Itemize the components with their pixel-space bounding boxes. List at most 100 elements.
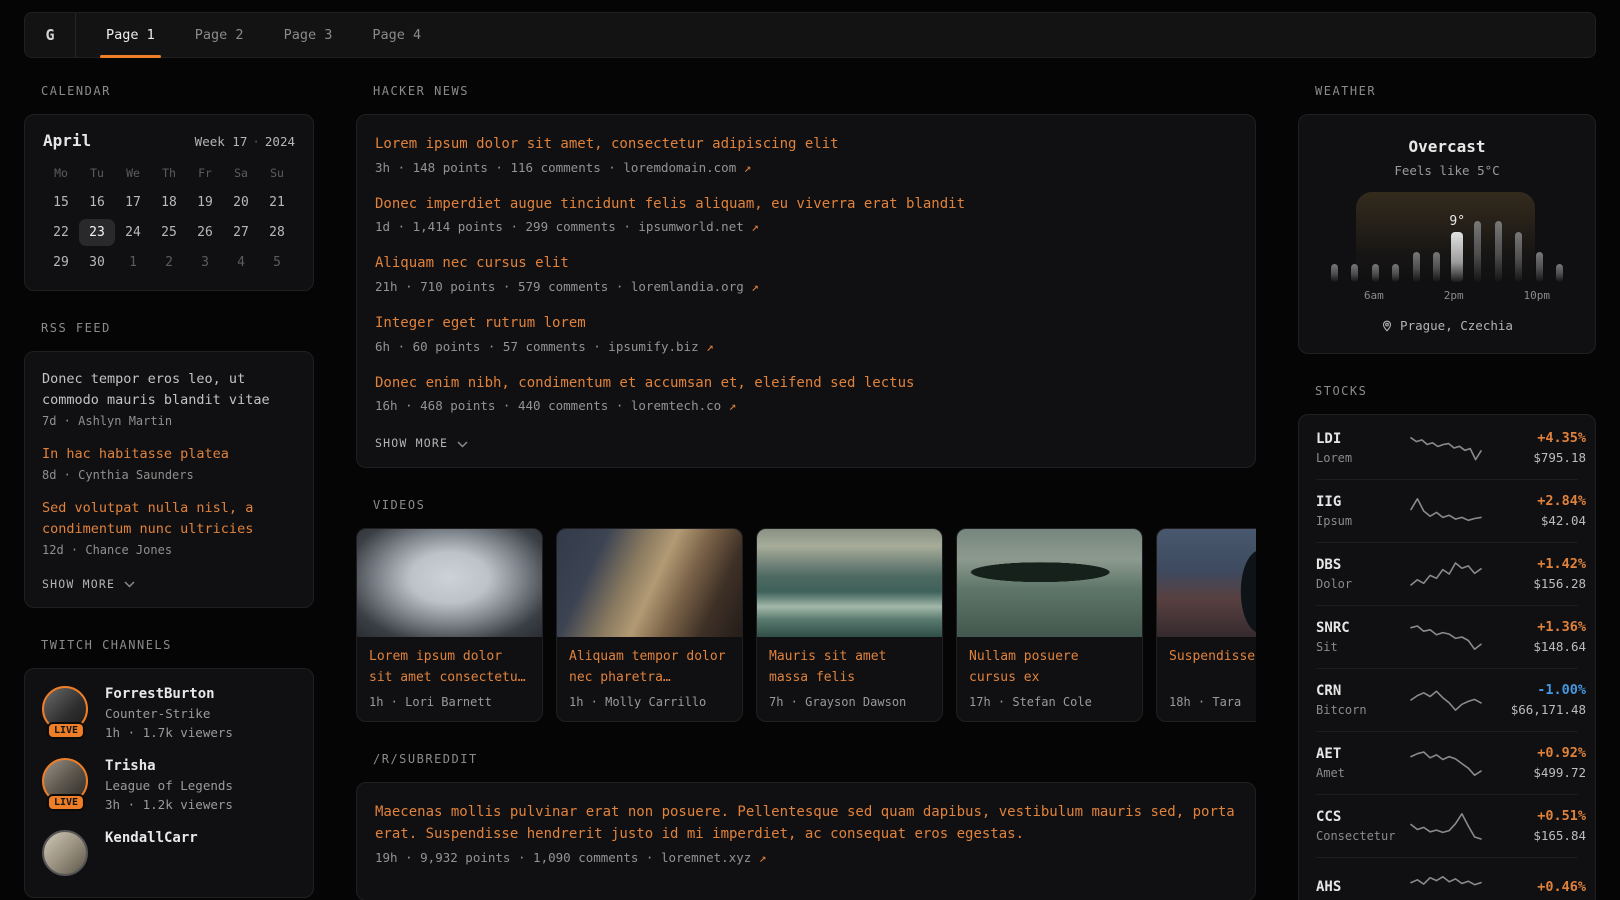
twitch-channel[interactable]: LIVE TrishaLeague of Legends3h · 1.2k vie…: [42, 758, 296, 812]
twitch-channel[interactable]: KendallCarr: [42, 830, 296, 876]
stock-price: $165.84: [1482, 828, 1586, 843]
calendar-day: 15: [43, 189, 79, 216]
calendar-day: 5: [259, 249, 295, 276]
tab-label: Page 4: [372, 27, 421, 43]
video-thumbnail: [1157, 529, 1256, 637]
calendar-month: April: [43, 131, 91, 150]
weather-bar: [1433, 252, 1440, 282]
video-card-body: Suspendisse diam 18h · Tara: [1157, 637, 1256, 721]
stock-values: -1.00%$66,171.48: [1482, 682, 1586, 717]
video-card-body: Nullam posuere cursus ex17h · Stefan Col…: [957, 637, 1142, 721]
channel-name: KendallCarr: [105, 830, 198, 846]
weather-bar-slot: [1406, 190, 1427, 282]
weather-bar-slot: 9°: [1447, 190, 1468, 282]
chevron-down-icon: [124, 581, 135, 588]
video-meta: 18h · Tara: [1169, 695, 1256, 709]
video-title: Aliquam tempor dolor nec pharetra…: [569, 647, 730, 689]
tab-page-4[interactable]: Page 4: [352, 13, 441, 57]
hacker-news-item-meta: 21h · 710 points · 579 comments · loreml…: [375, 279, 1237, 294]
stock-sparkline: [1410, 747, 1482, 779]
weather-bar: [1451, 232, 1463, 282]
weather-tick: [1464, 289, 1484, 302]
stock-info: CCSConsectetur: [1316, 809, 1410, 843]
stocks-widget: LDILorem+4.35%$795.18IIGIpsum+2.84%$42.0…: [1298, 414, 1596, 900]
hacker-news-item-meta: 1d · 1,414 points · 299 comments · ipsum…: [375, 219, 1237, 234]
weather-tick: [1324, 289, 1344, 302]
stock-ticker: CRN: [1316, 683, 1410, 699]
video-title: Mauris sit amet massa felis: [769, 647, 930, 689]
rss-item-title[interactable]: Sed volutpat nulla nisl, a condimentum n…: [42, 498, 296, 540]
live-badge: LIVE: [47, 722, 85, 739]
hacker-news-item-title[interactable]: Donec imperdiet augue tincidunt felis al…: [375, 194, 1237, 216]
stock-change: +4.35%: [1482, 430, 1586, 446]
channel-info: ForrestBurtonCounter-Strike1h · 1.7k vie…: [105, 686, 233, 740]
stock-row: LDILorem+4.35%$795.18: [1316, 417, 1578, 479]
weather-bars: 9°: [1321, 190, 1573, 282]
hacker-news-show-more-button[interactable]: SHOW MORE: [375, 436, 468, 450]
tab-page-2[interactable]: Page 2: [175, 13, 264, 57]
external-link-icon: ↗: [751, 219, 759, 234]
show-more-label: SHOW MORE: [375, 436, 448, 450]
hacker-news-item-title[interactable]: Integer eget rutrum lorem: [375, 313, 1237, 335]
hacker-news-item: Donec imperdiet augue tincidunt felis al…: [375, 194, 1237, 235]
header: G Page 1Page 2Page 3 Page 4: [24, 12, 1596, 58]
calendar-day-header: Su: [259, 158, 295, 186]
channel-name: ForrestBurton: [105, 686, 233, 702]
weather-bar: [1392, 264, 1399, 282]
hacker-news-item-title[interactable]: Lorem ipsum dolor sit amet, consectetur …: [375, 134, 1237, 156]
video-card[interactable]: Nullam posuere cursus ex17h · Stefan Col…: [956, 528, 1143, 722]
stock-name: Ipsum: [1316, 514, 1410, 528]
tab-page-1[interactable]: Page 1: [86, 13, 175, 57]
video-card[interactable]: Suspendisse diam 18h · Tara: [1156, 528, 1256, 722]
rss-item: Sed volutpat nulla nisl, a condimentum n…: [42, 498, 296, 557]
weather-widget: Overcast Feels like 5°C 9° 6am2pm10pm Pr…: [1298, 114, 1596, 354]
tab-page-3[interactable]: Page 3: [264, 13, 353, 57]
stock-sparkline: [1410, 558, 1482, 590]
calendar-week-year: Week 17·2024: [195, 134, 295, 149]
stock-info: AETAmet: [1316, 746, 1410, 780]
hacker-news-item-meta: 6h · 60 points · 57 comments · ipsumify.…: [375, 339, 1237, 354]
separator-dot: ·: [252, 134, 260, 149]
active-tab-underline: [100, 55, 161, 58]
rss-show-more-button[interactable]: SHOW MORE: [42, 577, 135, 591]
hacker-news-item-title[interactable]: Donec enim nibh, condimentum et accumsan…: [375, 373, 1237, 395]
videos-section: VIDEOS Lorem ipsum dolor sit amet consec…: [356, 498, 1256, 722]
weather-bar-slot: [1427, 190, 1448, 282]
rss-widget: Donec tempor eros leo, ut commodo mauris…: [24, 351, 314, 608]
stock-name: Lorem: [1316, 451, 1410, 465]
hacker-news-item-title[interactable]: Aliquam nec cursus elit: [375, 253, 1237, 275]
external-link-icon: ↗: [706, 339, 714, 354]
external-link-icon: ↗: [729, 398, 737, 413]
stock-info: CRNBitcorn: [1316, 683, 1410, 717]
stock-ticker: AHS: [1316, 879, 1410, 895]
channel-info: TrishaLeague of Legends3h · 1.2k viewers: [105, 758, 233, 812]
stock-price: $795.18: [1482, 450, 1586, 465]
calendar-day: 2: [151, 249, 187, 276]
channel-name: Trisha: [105, 758, 233, 774]
stocks-section-title: STOCKS: [1315, 384, 1596, 398]
calendar-week-label: Week 17: [195, 134, 248, 149]
rss-item-title[interactable]: Donec tempor eros leo, ut commodo mauris…: [42, 369, 296, 411]
logo[interactable]: G: [25, 13, 75, 57]
stock-ticker: LDI: [1316, 431, 1410, 447]
weather-bar-slot: [1468, 190, 1489, 282]
avatar: LIVE: [42, 686, 90, 732]
twitch-channel[interactable]: LIVE ForrestBurtonCounter-Strike1h · 1.7k…: [42, 686, 296, 740]
calendar-day: 22: [43, 219, 79, 246]
weather-bar: [1515, 232, 1522, 282]
avatar: [42, 830, 90, 876]
video-card[interactable]: Aliquam tempor dolor nec pharetra…1h · M…: [556, 528, 743, 722]
weather-tick: [1504, 289, 1524, 302]
rss-item: Donec tempor eros leo, ut commodo mauris…: [42, 369, 296, 428]
rss-item-title[interactable]: In hac habitasse platea: [42, 444, 296, 465]
video-title: Suspendisse diam: [1169, 647, 1256, 689]
calendar-day: 17: [115, 189, 151, 216]
weather-tick: 6am: [1364, 289, 1384, 302]
stock-price: $499.72: [1482, 765, 1586, 780]
video-card[interactable]: Lorem ipsum dolor sit amet consectetu…1h…: [356, 528, 543, 722]
subreddit-item-title[interactable]: Maecenas mollis pulvinar erat non posuer…: [375, 802, 1237, 845]
weather-bar: [1536, 252, 1543, 282]
video-card-body: Mauris sit amet massa felis7h · Grayson …: [757, 637, 942, 721]
live-badge: LIVE: [47, 794, 85, 811]
video-card[interactable]: Mauris sit amet massa felis7h · Grayson …: [756, 528, 943, 722]
